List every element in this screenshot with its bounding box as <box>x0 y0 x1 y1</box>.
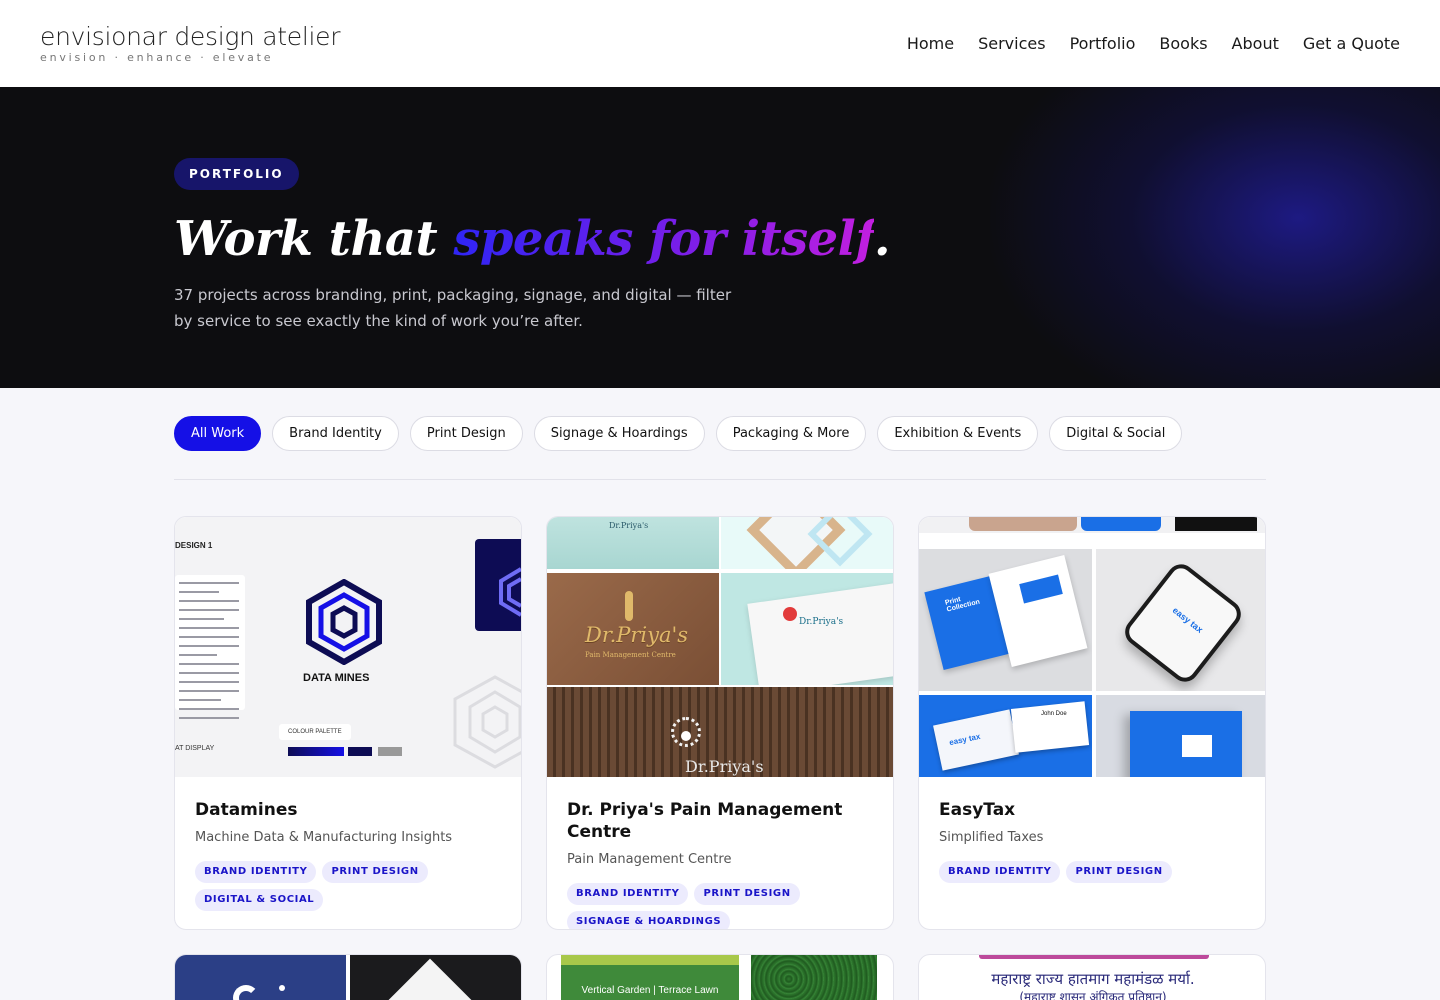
wall-panel-mockup: Dr.Priya's <box>547 687 893 777</box>
nav-books[interactable]: Books <box>1159 33 1207 55</box>
row2-card2-text: Vertical Garden | Terrace Lawn <box>581 985 719 996</box>
row2-card2-left: Vertical Garden | Terrace Lawn <box>561 955 739 1000</box>
description-block <box>175 575 245 719</box>
project-image-datamines: DESIGN 1 DATA MINES COLOUR PALETTE AT DI… <box>175 517 521 777</box>
datamines-logo-icon <box>306 579 382 665</box>
filter-divider <box>174 479 1266 480</box>
tag-print-design: PRINT DESIGN <box>1066 861 1172 883</box>
filter-all-work[interactable]: All Work <box>174 416 262 451</box>
filter-bar: All Work Brand Identity Print Design Sig… <box>174 416 1183 451</box>
palette-swatch-dark <box>348 747 372 756</box>
palette-swatch-primary <box>288 747 344 756</box>
tag-print-design: PRINT DESIGN <box>322 861 428 883</box>
row2-card3-sub: (महाराष्ट्र शासन अंगिकृत प्रतिष्ठान) <box>1019 990 1167 1000</box>
wood-sign-mockup: Dr.Priya's Pain Management Centre <box>547 573 719 685</box>
filter-signage-hoardings[interactable]: Signage & Hoardings <box>533 416 705 451</box>
palette-swatch-grey <box>378 747 402 756</box>
nav-portfolio[interactable]: Portfolio <box>1070 33 1136 55</box>
hero-title-highlight: speaks for itself <box>453 211 874 267</box>
hero-section: PORTFOLIO Work that speaks for itself. 3… <box>0 87 1440 388</box>
tag-brand-identity: BRAND IDENTITY <box>195 861 317 883</box>
tshirt-mockup: Dr.Priya's <box>547 517 719 569</box>
project-title[interactable]: Datamines <box>195 799 501 821</box>
project-card-row2-3[interactable]: महाराष्ट्र राज्य हातमाग महामंडळ मर्या. (… <box>918 954 1266 1000</box>
hero-title-start: Work that <box>174 211 454 267</box>
brochure-mockup: Print Collection <box>919 549 1092 691</box>
project-card-row2-2[interactable]: Vertical Garden | Terrace Lawn <box>546 954 894 1000</box>
letterhead-mockup: Dr.Priya's <box>721 573 893 685</box>
nav-get-a-quote[interactable]: Get a Quote <box>1303 33 1400 55</box>
project-card-easytax[interactable]: Print Collection easy tax easy tax John … <box>918 516 1266 930</box>
nav-services[interactable]: Services <box>978 33 1045 55</box>
filter-packaging-more[interactable]: Packaging & More <box>715 416 867 451</box>
logo-tagline: envision · enhance · elevate <box>40 51 274 64</box>
top-strip <box>919 517 1265 533</box>
hero-glow <box>990 87 1440 388</box>
project-title[interactable]: EasyTax <box>939 799 1245 821</box>
row2-card2-right <box>751 955 877 1000</box>
tag-brand-identity: BRAND IDENTITY <box>939 861 1061 883</box>
site-logo[interactable]: envisionar design atelier envision · enh… <box>40 22 341 64</box>
project-tags: BRAND IDENTITY PRINT DESIGN <box>939 861 1239 883</box>
project-card-row2-1[interactable] <box>174 954 522 1000</box>
project-card-dr-priyas[interactable]: Dr.Priya's Dr.Priya's Pain Management Ce… <box>546 516 894 930</box>
project-subtitle: Pain Management Centre <box>567 852 732 867</box>
project-tags: BRAND IDENTITY PRINT DESIGN SIGNAGE & HO… <box>567 883 867 929</box>
hero-subtitle: 37 projects across branding, print, pack… <box>174 286 732 330</box>
nav-about[interactable]: About <box>1232 33 1279 55</box>
logo-name: envisionar design atelier <box>40 22 341 51</box>
row2-card1-right <box>350 955 521 1000</box>
dark-logo-tile <box>475 539 521 631</box>
project-subtitle: Simplified Taxes <box>939 830 1044 845</box>
tag-brand-identity: BRAND IDENTITY <box>567 883 689 905</box>
letterhead-brand-text: Dr.Priya's <box>799 617 844 627</box>
sign-brand-text: Dr.Priya's <box>585 623 689 647</box>
row2-card3-text: महाराष्ट्र राज्य हातमाग महामंडळ मर्या. <box>991 970 1195 988</box>
shirt-brand-text: Dr.Priya's <box>609 521 649 530</box>
palette-label: COLOUR PALETTE <box>279 724 351 740</box>
main-nav: Home Services Portfolio Books About Get … <box>907 33 1400 55</box>
project-tags: BRAND IDENTITY PRINT DESIGN DIGITAL & SO… <box>195 861 495 911</box>
datamines-wordmark: DATA MINES <box>303 672 370 684</box>
row2-card1-left <box>175 955 346 1000</box>
project-subtitle: Machine Data & Manufacturing Insights <box>195 830 453 845</box>
project-image-easytax: Print Collection easy tax easy tax John … <box>919 517 1265 777</box>
filter-print-design[interactable]: Print Design <box>409 416 523 451</box>
tag-digital-social: DIGITAL & SOCIAL <box>195 889 324 911</box>
filter-exhibition-events[interactable]: Exhibition & Events <box>877 416 1039 451</box>
card-name: John Doe <box>1041 711 1067 717</box>
display-label: AT DISPLAY <box>175 745 215 752</box>
hero-title-end: . <box>873 211 891 267</box>
design-label: DESIGN 1 <box>175 541 213 550</box>
tag-signage-hoardings: SIGNAGE & HOARDINGS <box>567 911 731 929</box>
project-title[interactable]: Dr. Priya's Pain Management Centre <box>567 799 873 843</box>
filter-digital-social[interactable]: Digital & Social <box>1049 416 1183 451</box>
project-card-datamines[interactable]: DESIGN 1 DATA MINES COLOUR PALETTE AT DI… <box>174 516 522 930</box>
hero-title: Work that speaks for itself. <box>174 208 891 270</box>
sign-sub-text: Pain Management Centre <box>585 651 676 659</box>
project-image-dr-priyas: Dr.Priya's Dr.Priya's Pain Management Ce… <box>547 517 893 777</box>
row2-card3-banner <box>979 955 1209 959</box>
filter-brand-identity[interactable]: Brand Identity <box>272 416 399 451</box>
phone-mockup: easy tax <box>1096 549 1265 691</box>
portfolio-badge: PORTFOLIO <box>174 158 299 190</box>
site-header: envisionar design atelier envision · enh… <box>0 0 1440 87</box>
frame-mockup <box>721 517 893 569</box>
box-mockup <box>1096 695 1265 777</box>
nav-home[interactable]: Home <box>907 33 954 55</box>
watermark-pattern <box>453 675 521 769</box>
wall-brand-text: Dr.Priya's <box>685 757 764 776</box>
business-card-mockup: easy tax John Doe <box>919 695 1092 777</box>
tag-print-design: PRINT DESIGN <box>694 883 800 905</box>
